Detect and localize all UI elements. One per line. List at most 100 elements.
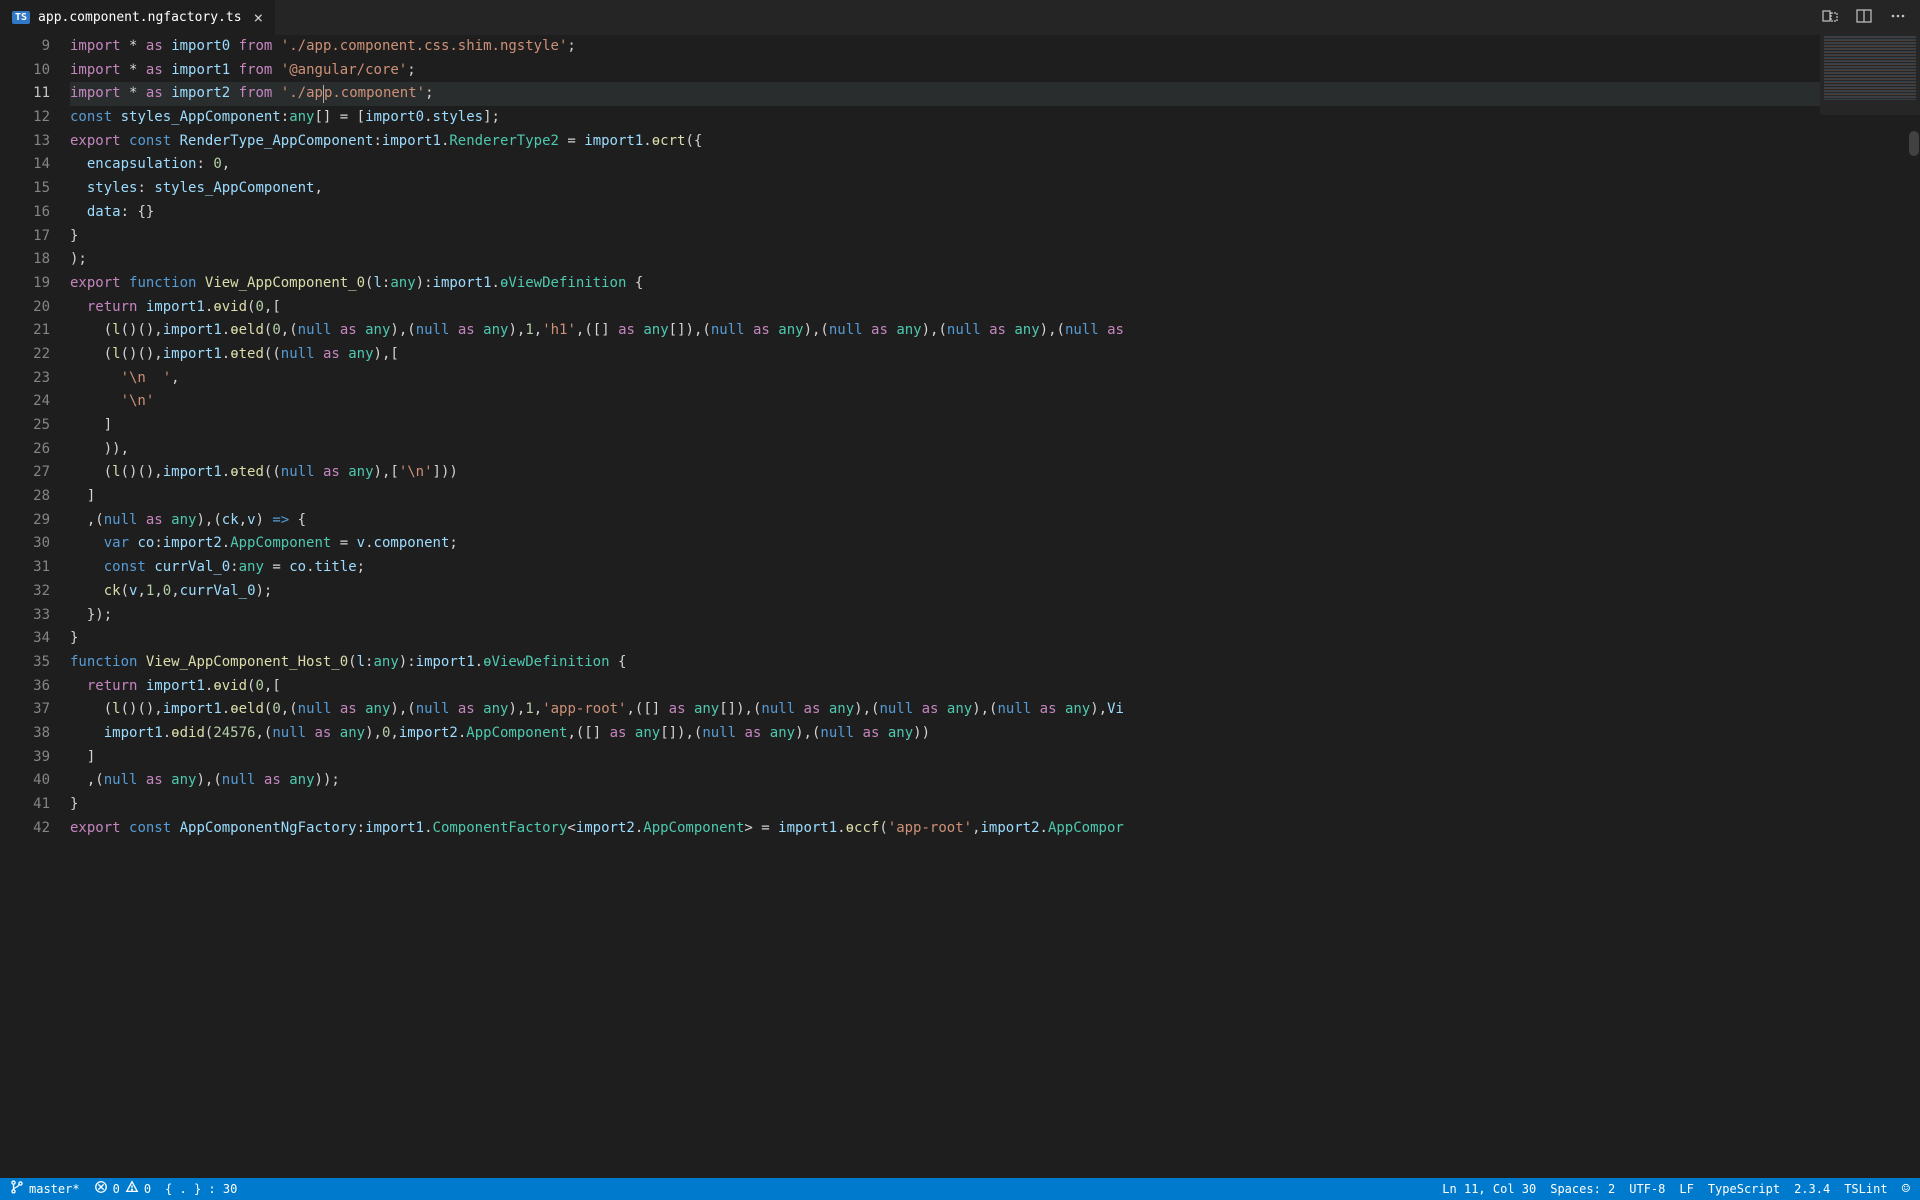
code-line[interactable]: ); — [70, 248, 1820, 272]
status-left: master* 0 0 { . } : 30 — [10, 1180, 237, 1198]
line-gutter: 9101112131415161718192021222324252627282… — [0, 35, 70, 1178]
line-number: 19 — [0, 272, 50, 296]
indent-info[interactable]: Spaces: 2 — [1550, 1182, 1615, 1196]
bracket-info[interactable]: { . } : 30 — [165, 1182, 237, 1196]
branch-name: master* — [29, 1182, 80, 1196]
git-branch[interactable]: master* — [10, 1180, 80, 1198]
code-line[interactable]: } — [70, 225, 1820, 249]
line-number: 39 — [0, 746, 50, 770]
code-line[interactable]: (l()(),import1.ɵeld(0,(null as any),(nul… — [70, 319, 1820, 343]
scrollbar-thumb[interactable] — [1909, 131, 1919, 156]
line-number: 41 — [0, 793, 50, 817]
code-line[interactable]: ] — [70, 485, 1820, 509]
line-number: 23 — [0, 367, 50, 391]
editor-actions — [1808, 8, 1920, 28]
line-number: 10 — [0, 59, 50, 83]
line-number: 26 — [0, 438, 50, 462]
line-number: 37 — [0, 698, 50, 722]
scrollbar-vertical[interactable] — [1906, 35, 1920, 1178]
status-right: Ln 11, Col 30 Spaces: 2 UTF-8 LF TypeScr… — [1442, 1181, 1910, 1197]
code-line[interactable]: return import1.ɵvid(0,[ — [70, 675, 1820, 699]
tabs-container: TS app.component.ngfactory.ts × — [0, 0, 275, 35]
line-number: 33 — [0, 604, 50, 628]
code-line[interactable]: data: {} — [70, 201, 1820, 225]
code-line[interactable]: ,(null as any),(null as any)); — [70, 769, 1820, 793]
code-line[interactable]: (l()(),import1.ɵted((null as any),[ — [70, 343, 1820, 367]
line-number: 22 — [0, 343, 50, 367]
line-number: 38 — [0, 722, 50, 746]
code-line[interactable]: ] — [70, 414, 1820, 438]
code-line[interactable]: import1.ɵdid(24576,(null as any),0,impor… — [70, 722, 1820, 746]
code-line[interactable]: const currVal_0:any = co.title; — [70, 556, 1820, 580]
code-line[interactable]: return import1.ɵvid(0,[ — [70, 296, 1820, 320]
line-number: 13 — [0, 130, 50, 154]
close-icon[interactable]: × — [254, 8, 264, 27]
code-line[interactable]: '\n ', — [70, 367, 1820, 391]
code-line[interactable]: ck(v,1,0,currVal_0); — [70, 580, 1820, 604]
language-mode[interactable]: TypeScript — [1708, 1182, 1780, 1196]
feedback-icon[interactable]: ☺ — [1902, 1181, 1910, 1197]
code-line[interactable]: } — [70, 793, 1820, 817]
code-line[interactable]: } — [70, 627, 1820, 651]
line-number: 12 — [0, 106, 50, 130]
editor-area: 9101112131415161718192021222324252627282… — [0, 35, 1920, 1178]
code-editor[interactable]: import * as import0 from './app.componen… — [70, 35, 1820, 1178]
eol-info[interactable]: LF — [1679, 1182, 1693, 1196]
code-line[interactable]: )), — [70, 438, 1820, 462]
line-number: 16 — [0, 201, 50, 225]
diff-icon[interactable] — [1822, 8, 1838, 28]
line-number: 40 — [0, 769, 50, 793]
line-number: 20 — [0, 296, 50, 320]
code-line[interactable]: encapsulation: 0, — [70, 153, 1820, 177]
code-line[interactable]: '\n' — [70, 390, 1820, 414]
line-number: 25 — [0, 414, 50, 438]
ts-version[interactable]: 2.3.4 — [1794, 1182, 1830, 1196]
error-count: 0 — [113, 1182, 120, 1196]
warning-count: 0 — [144, 1182, 151, 1196]
code-line[interactable]: const styles_AppComponent:any[] = [impor… — [70, 106, 1820, 130]
code-line[interactable]: (l()(),import1.ɵeld(0,(null as any),(nul… — [70, 698, 1820, 722]
problems[interactable]: 0 0 — [94, 1180, 151, 1198]
line-number: 14 — [0, 153, 50, 177]
tab-label: app.component.ngfactory.ts — [38, 10, 242, 25]
typescript-icon: TS — [12, 11, 30, 24]
line-number: 15 — [0, 177, 50, 201]
cursor-position[interactable]: Ln 11, Col 30 — [1442, 1182, 1536, 1196]
tab-bar: TS app.component.ngfactory.ts × — [0, 0, 1920, 35]
status-bar: master* 0 0 { . } : 30 Ln 11, Col 30 Spa… — [0, 1178, 1920, 1200]
line-number: 29 — [0, 509, 50, 533]
code-line[interactable]: function View_AppComponent_Host_0(l:any)… — [70, 651, 1820, 675]
split-editor-icon[interactable] — [1856, 8, 1872, 28]
code-line[interactable]: import * as import1 from '@angular/core'… — [70, 59, 1820, 83]
code-line[interactable]: }); — [70, 604, 1820, 628]
line-number: 11 — [0, 82, 50, 106]
code-line[interactable]: styles: styles_AppComponent, — [70, 177, 1820, 201]
code-line[interactable]: (l()(),import1.ɵted((null as any),['\n']… — [70, 461, 1820, 485]
minimap[interactable] — [1820, 35, 1920, 1178]
code-line[interactable]: export const RenderType_AppComponent:imp… — [70, 130, 1820, 154]
bracket-text: { . } : 30 — [165, 1182, 237, 1196]
warning-icon — [125, 1180, 139, 1198]
error-icon — [94, 1180, 108, 1198]
code-line[interactable]: ] — [70, 746, 1820, 770]
encoding-info[interactable]: UTF-8 — [1629, 1182, 1665, 1196]
line-number: 27 — [0, 461, 50, 485]
line-number: 17 — [0, 225, 50, 249]
code-line[interactable]: export function View_AppComponent_0(l:an… — [70, 272, 1820, 296]
line-number: 42 — [0, 817, 50, 841]
more-icon[interactable] — [1890, 8, 1906, 28]
code-line[interactable]: var co:import2.AppComponent = v.componen… — [70, 532, 1820, 556]
line-number: 24 — [0, 390, 50, 414]
editor-tab[interactable]: TS app.component.ngfactory.ts × — [0, 0, 275, 35]
code-line[interactable]: export const AppComponentNgFactory:impor… — [70, 817, 1820, 841]
line-number: 30 — [0, 532, 50, 556]
code-line[interactable]: import * as import2 from './app.componen… — [70, 82, 1820, 106]
git-branch-icon — [10, 1180, 24, 1198]
code-line[interactable]: ,(null as any),(ck,v) => { — [70, 509, 1820, 533]
code-line[interactable]: import * as import0 from './app.componen… — [70, 35, 1820, 59]
minimap-viewport[interactable] — [1820, 35, 1920, 115]
line-number: 34 — [0, 627, 50, 651]
lint-status[interactable]: TSLint — [1844, 1182, 1887, 1196]
line-number: 31 — [0, 556, 50, 580]
line-number: 21 — [0, 319, 50, 343]
